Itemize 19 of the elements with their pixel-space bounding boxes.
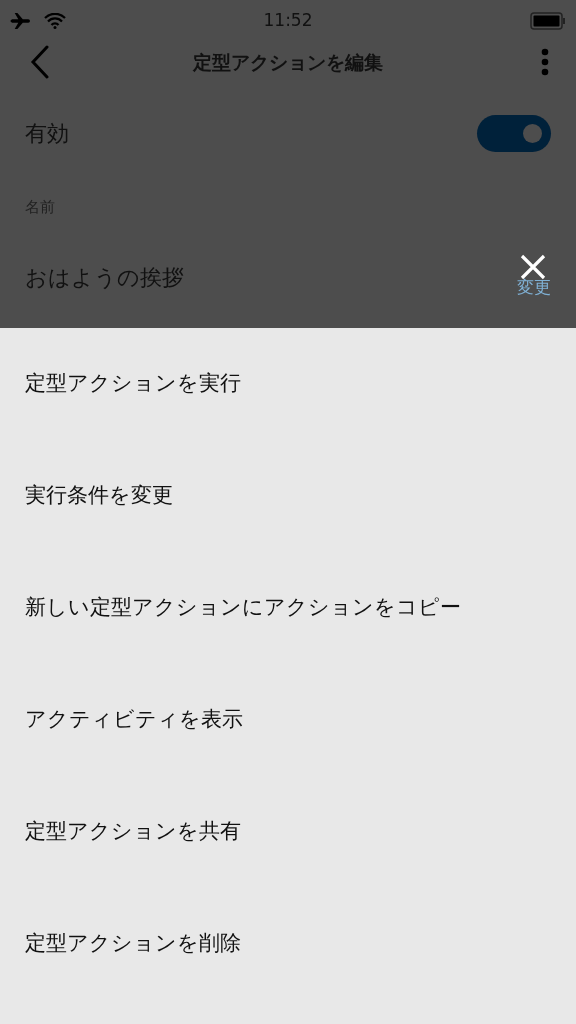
menu-item[interactable]: 定型アクションを共有 (0, 776, 576, 888)
back-icon (30, 45, 50, 79)
menu-item[interactable]: 定型アクションを実行 (0, 328, 576, 440)
wifi-icon (44, 13, 66, 29)
menu-item[interactable]: アクティビティを表示 (0, 664, 576, 776)
name-value: おはようの挨拶 (25, 263, 184, 292)
menu-item[interactable]: 実行条件を変更 (0, 440, 576, 552)
menu-item[interactable]: 定型アクションを削除 (0, 888, 576, 1000)
more-button[interactable] (540, 46, 550, 78)
enabled-label: 有効 (25, 120, 69, 148)
menu-item[interactable]: 新しい定型アクションにアクションをコピー (0, 552, 576, 664)
status-time: 11:52 (263, 9, 313, 33)
battery-icon (530, 12, 566, 30)
more-icon (541, 48, 549, 76)
page-title: 定型アクションを編集 (193, 49, 383, 75)
change-link[interactable]: 変更 (517, 275, 551, 301)
airplane-icon (10, 12, 32, 30)
enabled-toggle[interactable] (477, 115, 551, 152)
close-icon (520, 254, 546, 280)
